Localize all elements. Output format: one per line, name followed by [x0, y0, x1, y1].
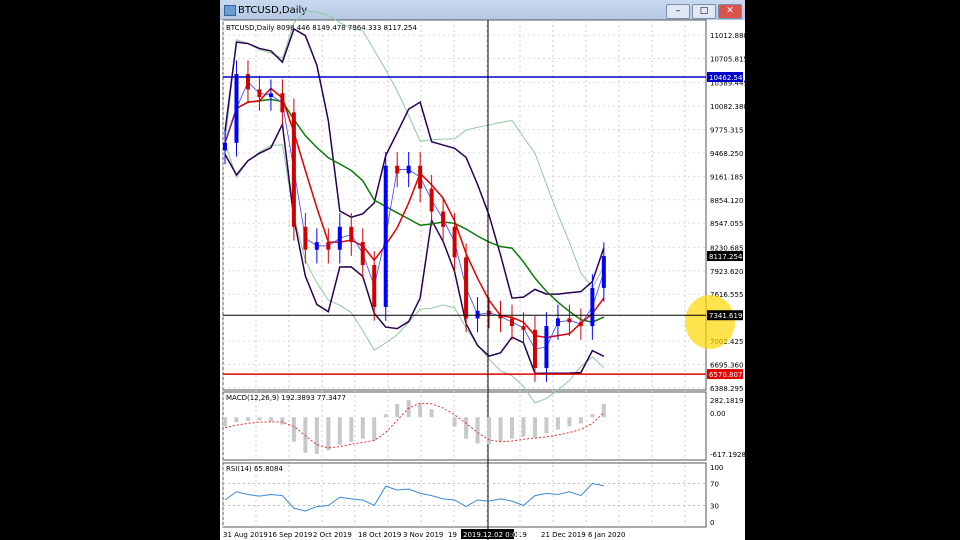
- candle-body: [257, 89, 262, 98]
- macd-histogram-bar: [578, 417, 583, 424]
- macd-histogram-bar: [521, 417, 526, 437]
- macd-histogram-bar: [510, 417, 514, 439]
- macd-histogram-bar: [567, 417, 572, 427]
- price-tick: 10082.380: [710, 103, 745, 111]
- candle-body: [326, 242, 331, 250]
- price-tick: 6695.360: [710, 362, 743, 370]
- macd-tick: -617.1928: [710, 451, 745, 459]
- candle-body: [590, 287, 595, 327]
- rsi-tick: 70: [710, 481, 719, 489]
- macd-histogram-bar: [464, 417, 469, 439]
- date-tick: 16 Sep 2019: [268, 531, 312, 539]
- candle-body: [406, 165, 411, 174]
- date-tick: 31 Aug 2019: [223, 531, 268, 539]
- price-tick: 11012.880: [710, 32, 745, 40]
- candle-body: [360, 242, 365, 265]
- price-tick: 8547.055: [710, 220, 743, 228]
- macd-histogram-bar: [544, 417, 549, 434]
- macd-histogram-bar: [326, 417, 331, 451]
- price-tick: 9468.250: [710, 150, 743, 158]
- macd-histogram-bar: [555, 417, 560, 430]
- macd-histogram-bar: [245, 417, 250, 421]
- crosshair-price-label: 7341.619: [709, 312, 742, 320]
- macd-histogram-bar: [590, 414, 595, 418]
- candle-body: [475, 310, 480, 319]
- pane-rsi: [222, 462, 707, 528]
- candle-body: [601, 256, 606, 288]
- highlight-marker: [685, 295, 735, 349]
- candle-body: [441, 211, 446, 227]
- candle-body: [567, 318, 572, 323]
- rsi-tick: 100: [710, 464, 723, 472]
- candle-body: [280, 93, 285, 113]
- price-tick: 8854.120: [710, 197, 743, 205]
- candle-body: [383, 165, 388, 307]
- macd-histogram-bar: [280, 417, 285, 425]
- macd-histogram-bar: [291, 417, 296, 442]
- candle-body: [303, 226, 308, 250]
- macd-histogram-bar: [223, 417, 227, 427]
- date-tick: 2 Oct 2019: [313, 531, 352, 539]
- macd-histogram-bar: [395, 403, 400, 418]
- date-tick: 19: [448, 531, 457, 539]
- candle-body: [268, 93, 273, 98]
- crosshair-date-label: 2019.12.02 0:00: [463, 531, 521, 539]
- macd-tick: 282.1819: [710, 397, 743, 405]
- macd-histogram-bar: [498, 417, 503, 442]
- macd-histogram-bar: [360, 417, 365, 439]
- macd-histogram-bar: [372, 417, 377, 441]
- price-tick: 9161.185: [710, 173, 743, 181]
- chart-window: BTCUSD,Daily – □ ✕ 11012.880 10705.815 103…: [220, 0, 745, 540]
- price-chart[interactable]: 11012.88010705.81510389.44510082.3809775…: [220, 0, 745, 540]
- date-tick: 21 Dec 2019: [541, 531, 586, 539]
- rsi-legend: RSI(14) 65.8084: [226, 465, 283, 473]
- rsi-tick: 0: [710, 519, 714, 527]
- candle-body: [532, 329, 537, 369]
- candle-body: [395, 165, 400, 174]
- candle-body: [521, 326, 526, 330]
- candle-body: [429, 188, 434, 212]
- candle-body: [464, 257, 469, 319]
- red-line-label: 6570.807: [709, 371, 742, 379]
- candle-body: [291, 112, 296, 227]
- blue-line-label: 10462.549: [709, 74, 745, 82]
- macd-histogram-bar: [601, 403, 606, 418]
- macd-tick: 0.00: [710, 410, 726, 418]
- macd-histogram-bar: [234, 417, 239, 423]
- price-tick: 6388.295: [710, 385, 743, 393]
- candle-body: [578, 322, 583, 327]
- candle-body: [337, 226, 342, 250]
- candle-body: [510, 318, 514, 327]
- macd-histogram-bar: [349, 417, 354, 442]
- price-tick: 7923.620: [710, 268, 743, 276]
- price-tick: 9775.315: [710, 126, 743, 134]
- rsi-tick: 30: [710, 503, 719, 511]
- candle-body: [372, 264, 377, 307]
- price-tick: 10705.815: [710, 55, 745, 63]
- macd-legend: MACD(12,26,9) 192.3893 77.3477: [226, 394, 346, 402]
- macd-histogram-bar: [452, 417, 457, 427]
- macd-histogram-bar: [418, 403, 423, 418]
- macd-histogram-bar: [475, 417, 480, 444]
- chart-legend: BTCUSD,Daily 8098.446 8149.478 7964.333 …: [226, 24, 417, 32]
- macd-histogram-bar: [268, 417, 273, 422]
- current-price-label: 8117.254: [709, 253, 743, 261]
- macd-histogram-bar: [383, 414, 388, 418]
- macd-histogram-bar: [337, 417, 342, 445]
- macd-histogram-bar: [257, 417, 262, 421]
- candle-body: [544, 326, 549, 369]
- macd-histogram-bar: [532, 417, 537, 438]
- candle-body: [223, 142, 227, 151]
- date-tick: 3 Nov 2019: [403, 531, 443, 539]
- candle-body: [452, 226, 457, 258]
- date-tick: 6 Jan 2020: [588, 531, 626, 539]
- date-tick: 18 Oct 2019: [358, 531, 401, 539]
- macd-histogram-bar: [429, 409, 434, 418]
- candle-body: [234, 74, 239, 143]
- candle-body: [418, 165, 423, 189]
- macd-histogram-bar: [314, 417, 319, 454]
- candle-body: [349, 226, 354, 243]
- candle-body: [555, 318, 560, 327]
- candle-body: [314, 242, 319, 250]
